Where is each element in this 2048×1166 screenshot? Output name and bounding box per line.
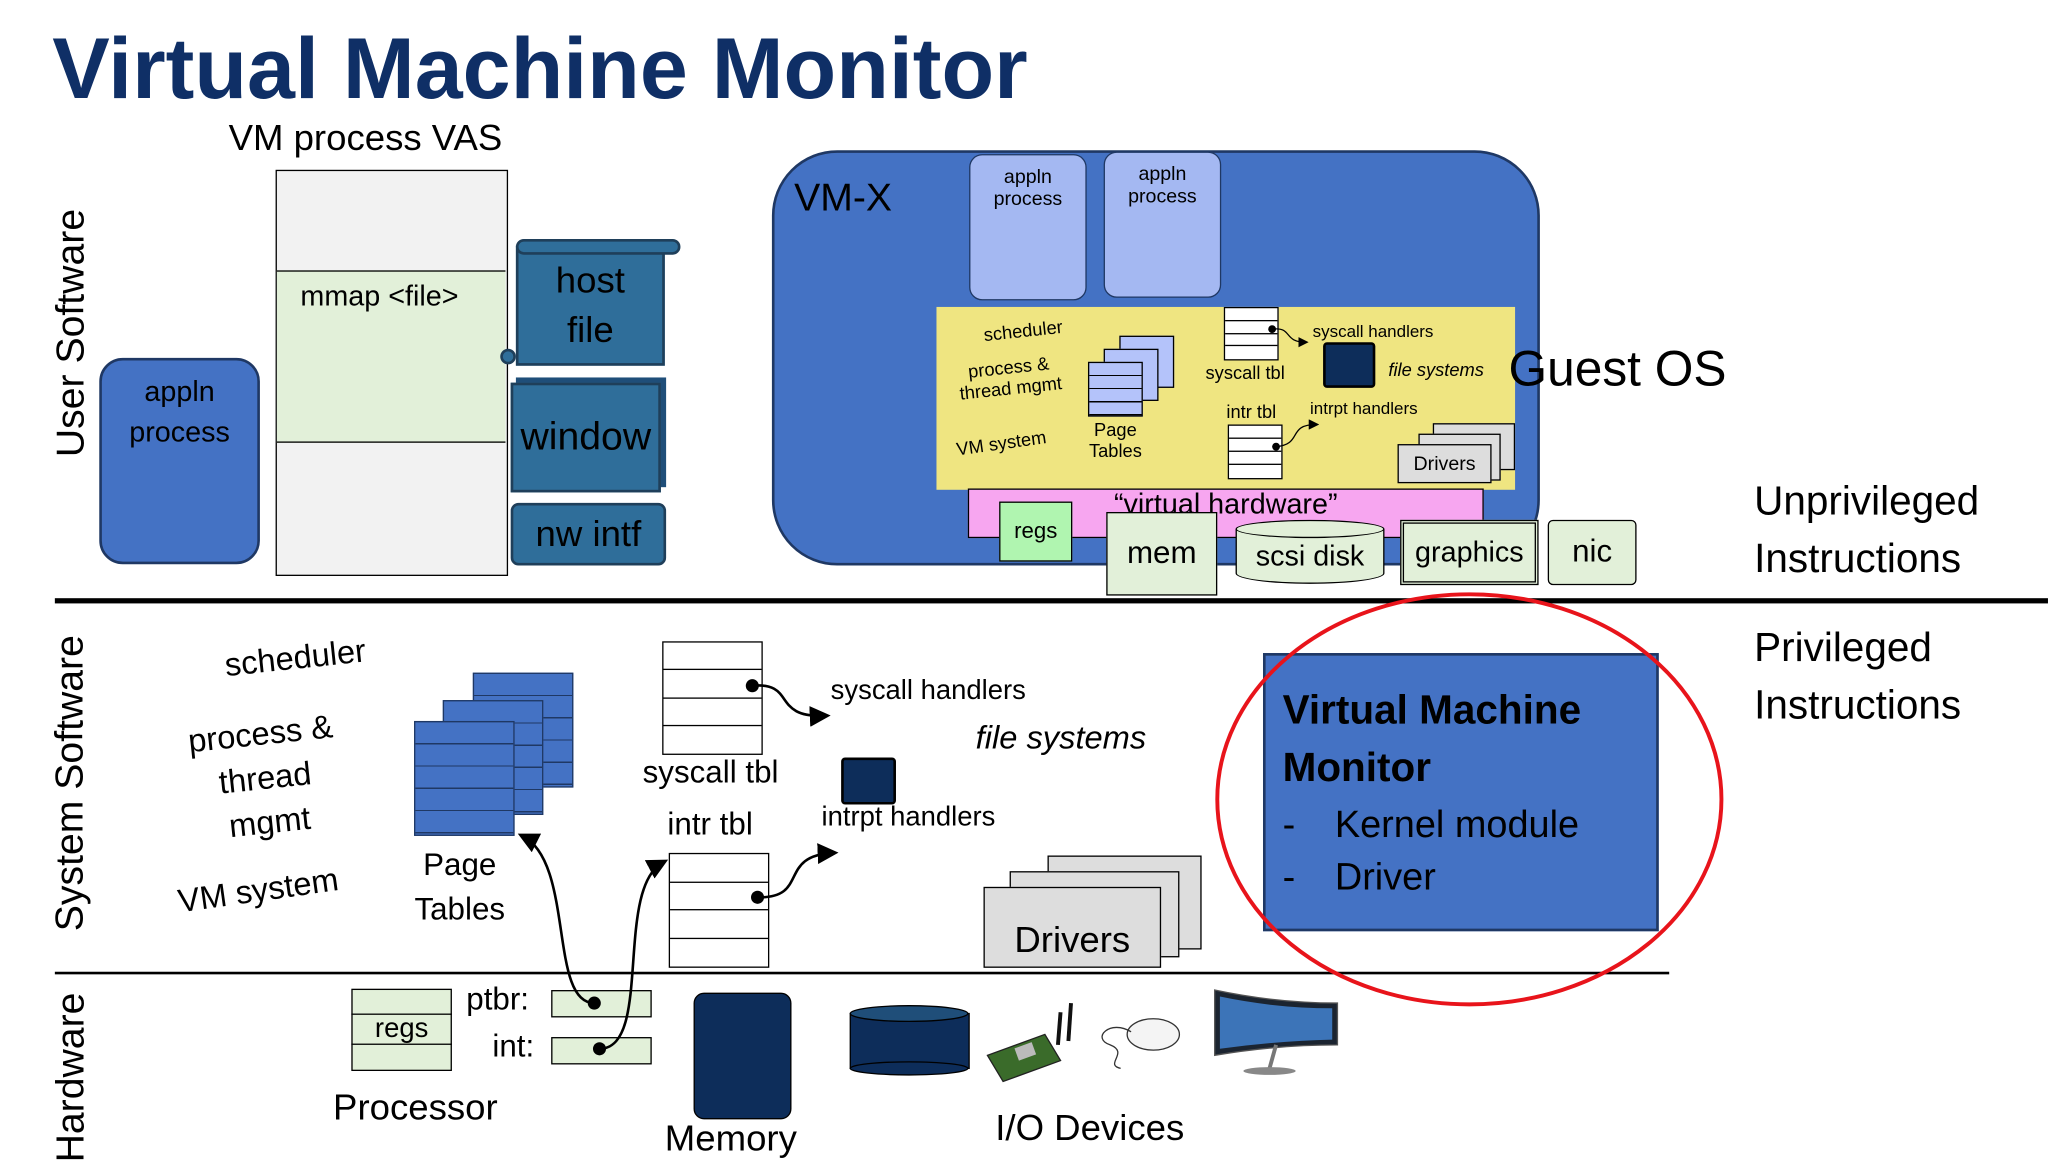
int-arrow bbox=[592, 859, 669, 1056]
sys-intr-arrow bbox=[751, 843, 839, 904]
guest-syscall-arrow bbox=[1268, 325, 1309, 348]
scroll-curl-icon bbox=[500, 348, 516, 365]
disk-icon bbox=[849, 1005, 970, 1076]
monitor-icon bbox=[1214, 989, 1339, 1075]
vmm-highlight-ellipse bbox=[1215, 592, 1724, 1007]
diagram-overlay bbox=[500, 325, 1724, 1083]
slide: Virtual Machine Monitor User Software Sy… bbox=[0, 0, 2048, 1166]
mouse-icon bbox=[1101, 1018, 1181, 1070]
sys-syscall-arrow bbox=[745, 679, 831, 727]
guest-intr-arrow bbox=[1272, 419, 1320, 451]
ptbr-arrow bbox=[517, 833, 601, 1010]
network-card-icon bbox=[986, 1002, 1073, 1083]
